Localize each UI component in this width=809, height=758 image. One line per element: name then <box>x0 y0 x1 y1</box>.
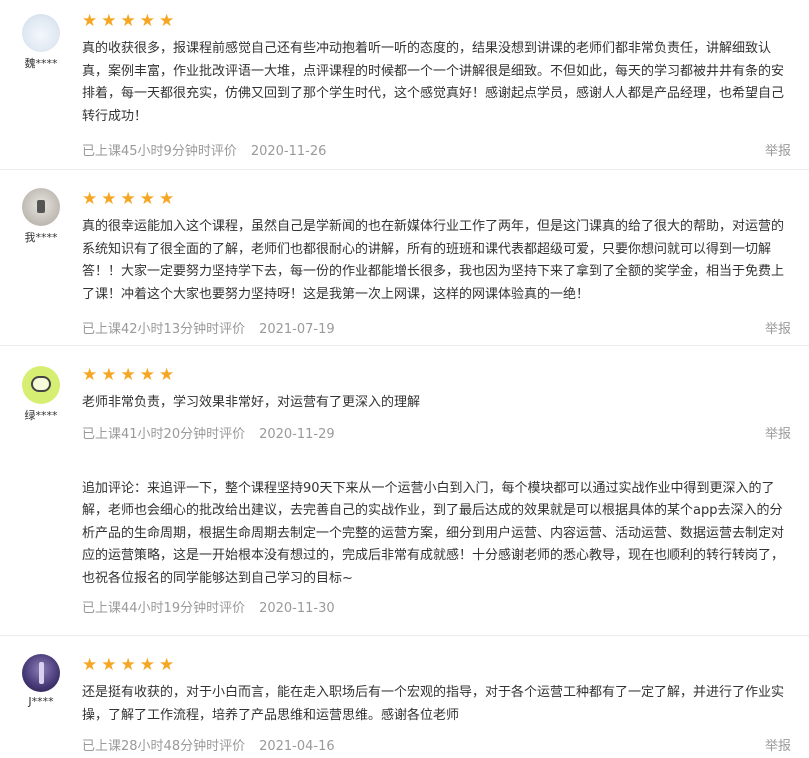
followup-study-time: 已上课44小时19分钟时评价 <box>82 601 246 616</box>
star-rating: ★★★★★ <box>82 190 791 208</box>
review-text: 还是挺有收获的，对于小白而言，能在走入职场后有一个宏观的指导，对于各个运营工种都… <box>82 685 785 723</box>
star-rating: ★★★★★ <box>82 12 791 30</box>
rating-stars-icon: ★★★★★ <box>82 189 179 209</box>
rating-stars-icon: ★★★★★ <box>82 655 179 675</box>
review-content: ★★★★★ 老师非常负责，学习效果非常好，对运营有了更深入的理解 已上课41小时… <box>82 366 791 619</box>
avatar[interactable] <box>22 654 60 692</box>
username: 绿**** <box>24 409 58 422</box>
username: J**** <box>28 695 54 708</box>
review-item: 绿**** ★★★★★ 老师非常负责，学习效果非常好，对运营有了更深入的理解 已… <box>0 346 809 636</box>
study-time: 已上课42小时13分钟时评价 <box>82 322 246 337</box>
user-info: 我**** <box>14 188 68 245</box>
review-content: ★★★★★ 真的很幸运能加入这个课程，虽然自己是学新闻的也在新媒体行业工作了两年… <box>82 190 791 340</box>
review-date: 2021-04-16 <box>259 739 335 754</box>
review-meta: 已上课28小时48分钟时评价 2021-04-16 举报 <box>82 737 791 757</box>
report-link[interactable]: 举报 <box>765 320 791 340</box>
user-info: J**** <box>14 654 68 708</box>
review-meta: 已上课45小时9分钟时评价 2020-11-26 举报 <box>82 142 791 162</box>
review-content: ★★★★★ 还是挺有收获的，对于小白而言，能在走入职场后有一个宏观的指导，对于各… <box>82 656 791 757</box>
star-rating: ★★★★★ <box>82 656 791 674</box>
study-time: 已上课41小时20分钟时评价 <box>82 426 246 442</box>
review-text: 真的收获很多，报课程前感觉自己还有些冲动抱着听一听的态度的，结果没想到讲课的老师… <box>82 41 785 124</box>
star-rating: ★★★★★ <box>82 366 791 384</box>
review-item: J**** ★★★★★ 还是挺有收获的，对于小白而言，能在走入职场后有一个宏观的… <box>0 636 809 758</box>
username: 我**** <box>24 231 58 244</box>
report-link[interactable]: 举报 <box>765 142 791 162</box>
avatar[interactable] <box>22 14 60 52</box>
review-date: 2020-11-29 <box>259 426 335 442</box>
review-text: 老师非常负责，学习效果非常好，对运营有了更深入的理解 <box>82 395 421 410</box>
report-link[interactable]: 举报 <box>765 737 791 757</box>
review-meta: 已上课41小时20分钟时评价 2020-11-29 举报 <box>82 425 791 445</box>
review-meta: 已上课42小时13分钟时评价 2021-07-19 举报 <box>82 320 791 340</box>
rating-stars-icon: ★★★★★ <box>82 365 179 385</box>
followup-text: 追加评论：来追评一下，整个课程坚持90天下来从一个运营小白到入门，每个模块都可以… <box>82 480 785 586</box>
study-time: 已上课28小时48分钟时评价 <box>82 739 246 754</box>
report-link[interactable]: 举报 <box>765 425 791 445</box>
followup-date: 2020-11-30 <box>259 601 335 616</box>
rating-stars-icon: ★★★★★ <box>82 11 179 31</box>
review-text: 真的很幸运能加入这个课程，虽然自己是学新闻的也在新媒体行业工作了两年，但是这门课… <box>82 219 785 302</box>
avatar[interactable] <box>22 188 60 226</box>
username: 魏**** <box>24 57 58 70</box>
avatar[interactable] <box>22 366 60 404</box>
review-item: 魏**** ★★★★★ 真的收获很多，报课程前感觉自己还有些冲动抱着听一听的态度… <box>0 0 809 170</box>
review-date: 2020-11-26 <box>250 144 327 159</box>
user-info: 魏**** <box>14 14 68 71</box>
followup-meta: 已上课44小时19分钟时评价 2020-11-30 <box>82 599 791 619</box>
review-content: ★★★★★ 真的收获很多，报课程前感觉自己还有些冲动抱着听一听的态度的，结果没想… <box>82 12 791 162</box>
study-time: 已上课45小时9分钟时评价 <box>82 144 237 159</box>
review-date: 2021-07-19 <box>259 322 335 337</box>
user-info: 绿**** <box>14 366 68 423</box>
review-item: 我**** ★★★★★ 真的很幸运能加入这个课程，虽然自己是学新闻的也在新媒体行… <box>0 170 809 346</box>
